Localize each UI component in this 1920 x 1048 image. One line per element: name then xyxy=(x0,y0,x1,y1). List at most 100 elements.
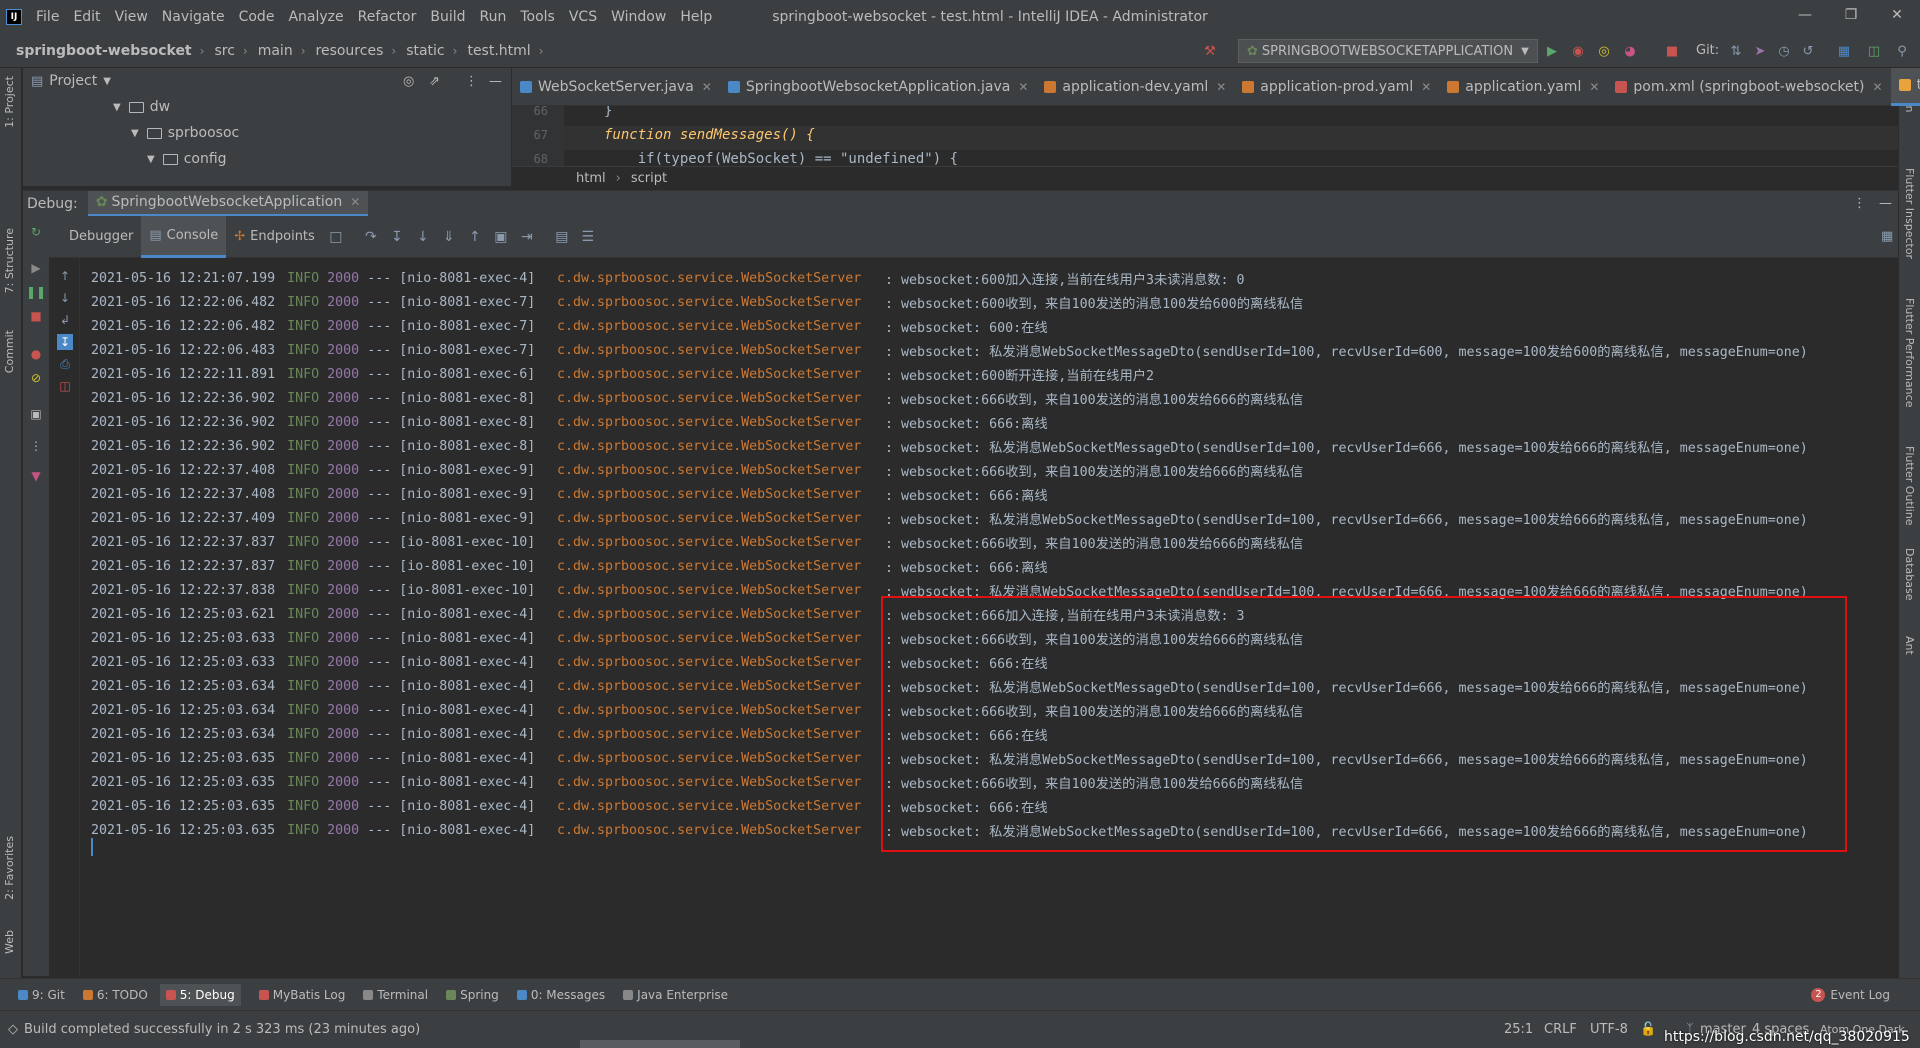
bottom-tab[interactable]: 0: Messages xyxy=(516,988,605,1002)
menu-file[interactable]: File xyxy=(36,9,59,25)
profiler-icon[interactable]: ◕ xyxy=(1622,43,1638,59)
menu-build[interactable]: Build xyxy=(430,9,465,25)
menu-edit[interactable]: Edit xyxy=(73,9,100,25)
close-icon[interactable]: ✕ xyxy=(1216,80,1226,94)
crumb-item[interactable]: test.html xyxy=(467,43,530,59)
soft-wrap-icon[interactable]: ↲ xyxy=(57,312,73,328)
git-push-icon[interactable]: ➤ xyxy=(1752,43,1768,59)
more-options-icon[interactable]: ⋮ xyxy=(28,438,44,454)
more-options-icon[interactable]: ⋮ xyxy=(465,74,478,89)
coverage-icon[interactable]: ◎ xyxy=(1596,43,1612,59)
run-config-selector[interactable]: ✿ SPRINGBOOTWEBSOCKETAPPLICATION ▼ xyxy=(1238,39,1538,63)
minimize-button[interactable]: — xyxy=(1782,0,1828,30)
menu-navigate[interactable]: Navigate xyxy=(162,9,225,25)
run-icon[interactable]: ▶ xyxy=(1544,43,1560,59)
editor-tab[interactable]: application-prod.yaml ✕ xyxy=(1234,68,1439,106)
tool-tab-flutter-outline[interactable]: Flutter Outline xyxy=(1903,446,1916,526)
lock-icon[interactable]: 🔓 xyxy=(1640,1022,1656,1037)
menu-view[interactable]: View xyxy=(115,9,148,25)
tool-tab-web[interactable]: Web xyxy=(3,930,16,954)
editor-tab[interactable]: application.yaml ✕ xyxy=(1439,68,1607,106)
tree-node-config[interactable]: ▼ config xyxy=(147,146,227,172)
crumb-item[interactable]: src xyxy=(214,43,234,59)
project-panel-title[interactable]: Project xyxy=(49,73,97,89)
restore-button[interactable]: ❐ xyxy=(1828,0,1874,30)
trace-icon[interactable]: ☰ xyxy=(580,229,596,245)
tool-tab-favorites[interactable]: 2: Favorites xyxy=(3,836,16,900)
close-icon[interactable]: ✕ xyxy=(1018,80,1028,94)
arrow-down-icon[interactable]: ↓ xyxy=(57,290,73,306)
arrow-up-icon[interactable]: ↑ xyxy=(57,268,73,284)
editor-tab[interactable]: WebSocketServer.java ✕ xyxy=(512,68,720,106)
layout-icon[interactable]: ◫ xyxy=(1866,43,1882,59)
bottom-tab[interactable]: 6: TODO xyxy=(82,988,148,1002)
tool-tab-flutter-inspector[interactable]: Flutter Inspector xyxy=(1903,168,1916,259)
run-to-cursor-icon[interactable]: ⇥ xyxy=(519,229,535,245)
crumb-item[interactable]: resources xyxy=(316,43,384,59)
tool-tab-ant[interactable]: Ant xyxy=(1903,636,1916,655)
hide-panel-icon[interactable]: — xyxy=(1879,196,1892,211)
menu-window[interactable]: Window xyxy=(611,9,666,25)
crumb-item[interactable]: static xyxy=(406,43,444,59)
chevron-down-icon[interactable]: ▼ xyxy=(103,76,111,87)
crumb-html[interactable]: html xyxy=(576,171,606,186)
step-into-icon[interactable]: ↓ xyxy=(415,229,431,245)
step-over-icon[interactable]: ↧ xyxy=(389,229,405,245)
history-icon[interactable]: ◷ xyxy=(1776,43,1792,59)
tool-tab-project[interactable]: 1: Project xyxy=(3,76,16,128)
close-window-button[interactable]: ✕ xyxy=(1874,0,1920,30)
locate-icon[interactable]: ◎ xyxy=(403,74,414,89)
close-icon[interactable]: ✕ xyxy=(1589,80,1599,94)
menu-code[interactable]: Code xyxy=(239,9,275,25)
camera-icon[interactable]: ▣ xyxy=(28,406,44,422)
line-separator[interactable]: CRLF xyxy=(1544,1022,1577,1037)
tree-node-dw[interactable]: ▼ dw xyxy=(113,94,170,120)
bottom-tab[interactable]: 9: Git xyxy=(18,988,65,1002)
tree-node-sprboosoc[interactable]: ▼ sprboosoc xyxy=(131,120,239,146)
tab-endpoints[interactable]: ✢ Endpoints xyxy=(226,216,323,258)
file-encoding[interactable]: UTF-8 xyxy=(1590,1022,1628,1037)
close-icon[interactable]: ✕ xyxy=(1421,80,1431,94)
editor-tab[interactable]: test.html✕ xyxy=(1890,67,1920,106)
bottom-tab[interactable]: Terminal xyxy=(363,988,428,1002)
cursor-position[interactable]: 25:1 xyxy=(1504,1022,1533,1037)
more-options-icon[interactable]: ⋮ xyxy=(1853,196,1866,211)
code-editor[interactable]: 66 67 68 } function sendMessages() { if(typ… xyxy=(512,106,1898,166)
breakpoints-icon[interactable]: ● xyxy=(28,346,44,362)
horizontal-scrollbar[interactable] xyxy=(580,1040,740,1048)
mute-breakpoints-icon[interactable]: ⊘ xyxy=(28,370,44,386)
bottom-tab[interactable]: 5: Debug xyxy=(159,983,241,1006)
layout-settings-icon[interactable]: ▦ xyxy=(1881,229,1893,244)
close-icon[interactable]: ✕ xyxy=(350,195,360,209)
hide-panel-icon[interactable]: — xyxy=(489,74,502,89)
debug-icon[interactable]: ◉ xyxy=(1570,43,1586,59)
bottom-tab[interactable]: MyBatis Log xyxy=(258,988,345,1002)
close-icon[interactable]: ✕ xyxy=(1873,80,1883,94)
crumb-item[interactable]: main xyxy=(258,43,293,59)
menu-tools[interactable]: Tools xyxy=(520,9,555,25)
git-update-icon[interactable]: ⇅ xyxy=(1728,43,1744,59)
collapse-all-icon[interactable]: ⇗ xyxy=(429,74,440,89)
hammer-icon[interactable]: ⚒ xyxy=(1202,43,1218,59)
step-out-icon[interactable]: ↑ xyxy=(467,229,483,245)
scroll-to-end-icon[interactable]: ↧ xyxy=(57,334,73,350)
menu-refactor[interactable]: Refactor xyxy=(358,9,417,25)
restore-layout-icon[interactable]: □ xyxy=(328,229,344,245)
bottom-tab[interactable]: Java Enterprise xyxy=(623,988,728,1002)
event-log-button[interactable]: 2 Event Log xyxy=(1811,987,1890,1002)
tab-debugger[interactable]: Debugger xyxy=(61,216,141,258)
status-message[interactable]: Build completed successfully in 2 s 323 … xyxy=(24,1022,420,1037)
tool-tab-structure[interactable]: 7: Structure xyxy=(3,228,16,293)
stop-icon[interactable]: ■ xyxy=(1664,43,1680,59)
stop-icon[interactable]: ■ xyxy=(28,308,44,324)
rollback-icon[interactable]: ↺ xyxy=(1800,43,1816,59)
crumb-item[interactable]: springboot-websocket xyxy=(16,43,192,59)
close-icon[interactable]: ✕ xyxy=(702,80,712,94)
show-execution-point-icon[interactable]: ↷ xyxy=(363,229,379,245)
debug-session-tab[interactable]: ✿ SpringbootWebsocketApplication ✕ xyxy=(87,190,369,217)
tool-tab-commit[interactable]: Commit xyxy=(3,330,16,373)
rerun-icon[interactable]: ↻ xyxy=(28,224,44,240)
clear-all-icon[interactable]: ◫ xyxy=(57,378,73,394)
menu-analyze[interactable]: Analyze xyxy=(288,9,343,25)
menu-vcs[interactable]: VCS xyxy=(569,9,597,25)
